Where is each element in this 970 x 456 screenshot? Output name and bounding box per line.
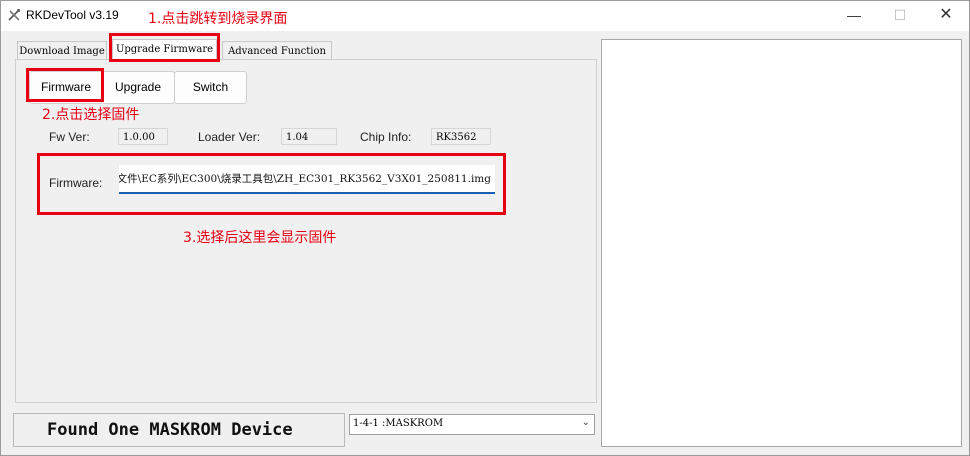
annotation-step1: 1.点击跳转到烧录界面 [148,11,288,27]
upgrade-button[interactable]: Upgrade [101,71,175,104]
status-bar: Found One MASKROM Device [13,413,345,447]
app-window: RKDevTool v3.19 — ☐ ✕ Download Image Upg… [0,0,970,456]
fw-ver-label: Fw Ver: [49,130,90,144]
status-message: Found One MASKROM Device [47,420,293,440]
device-select[interactable]: 1-4-1 :MASKROM ⌄ [349,414,595,435]
loader-ver-label: Loader Ver: [198,130,261,144]
maximize-button[interactable]: ☐ [877,1,923,31]
fw-ver-field: 1.0.00 [118,128,168,145]
loader-ver-field: 1.04 [281,128,337,145]
tools-icon [8,8,21,21]
annotation-step3: 3.选择后这里会显示固件 [183,230,337,246]
minimize-button[interactable]: — [831,1,877,31]
title-bar: RKDevTool v3.19 — ☐ ✕ [1,1,969,31]
chip-info-label: Chip Info: [360,130,412,144]
switch-button[interactable]: Switch [174,71,247,104]
annotation-box-firmware-button [26,68,104,102]
annotation-step2: 2.点击选择固件 [42,107,140,123]
chip-info-field: RK3562 [431,128,491,145]
chevron-down-icon: ⌄ [581,417,590,428]
window-title: RKDevTool v3.19 [26,8,119,22]
close-button[interactable]: ✕ [923,1,969,31]
annotation-box-path [37,153,506,215]
log-output-pane[interactable] [601,39,962,447]
annotation-box-tab [109,33,220,62]
device-select-value: 1-4-1 :MASKROM [353,418,444,429]
